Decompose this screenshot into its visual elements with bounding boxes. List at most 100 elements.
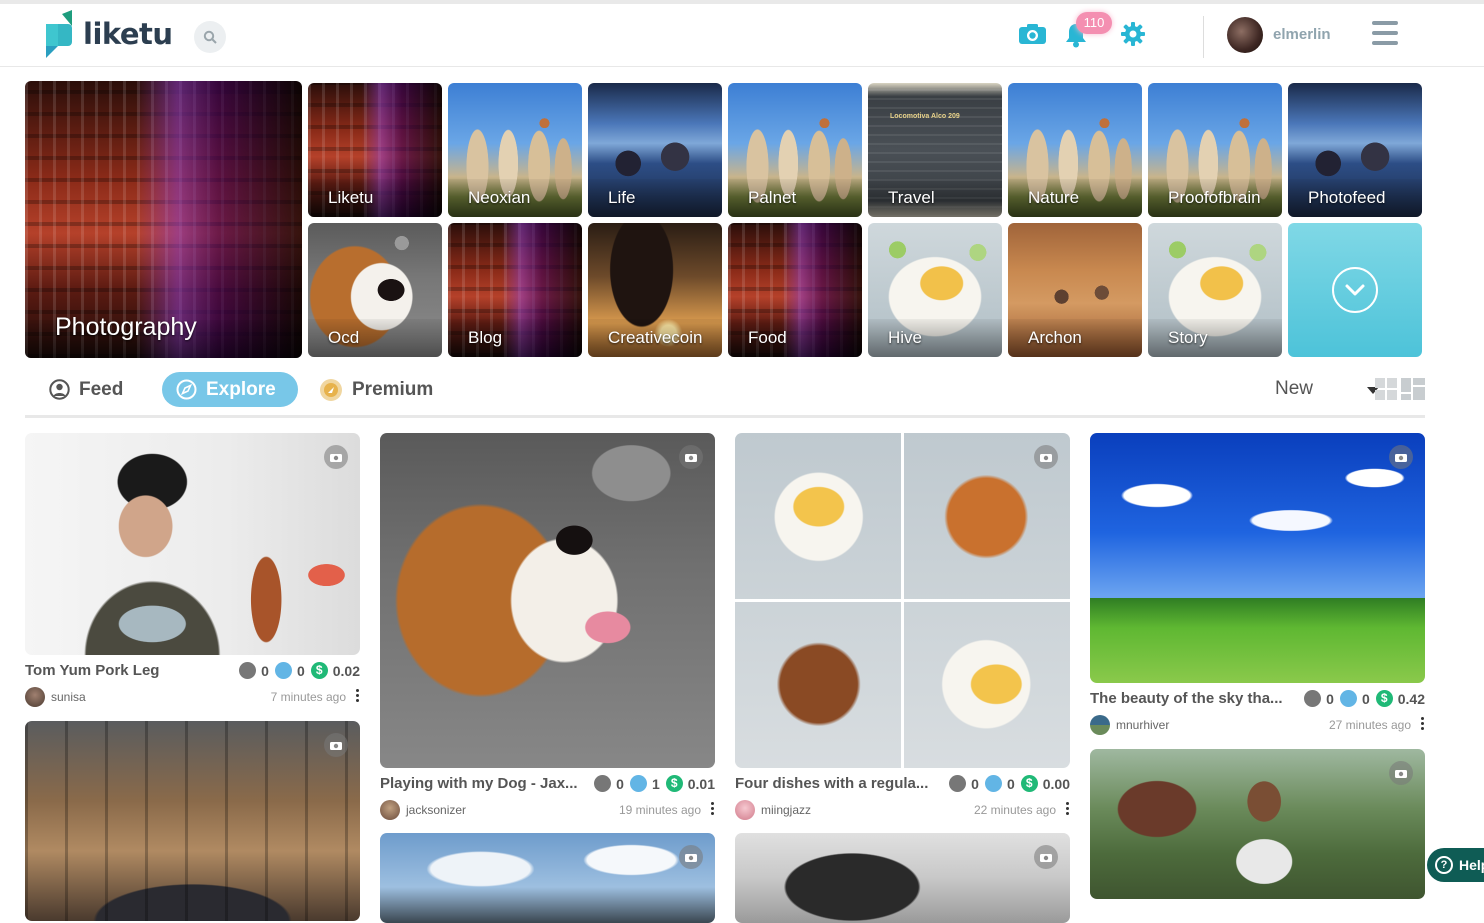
author-avatar [380, 800, 400, 820]
post-stats: 0 1 $0.01 [588, 775, 715, 792]
likes[interactable]: 0 [594, 775, 624, 792]
more-options-icon[interactable] [1419, 715, 1425, 733]
comments[interactable]: 0 [274, 662, 305, 679]
comment-icon [1339, 690, 1357, 707]
tag-label: Liketu [328, 188, 374, 207]
help-label: Help [1459, 857, 1484, 873]
view-toggle[interactable] [1375, 377, 1425, 401]
notification-badge: 110 [1076, 12, 1112, 34]
tag-archon[interactable]: Archon [1008, 223, 1142, 357]
tag-label: Food [748, 328, 787, 347]
payout[interactable]: $0.01 [665, 775, 715, 792]
user-avatar[interactable] [1227, 17, 1263, 53]
post-time: 7 minutes ago [270, 690, 346, 704]
payout[interactable]: $0.42 [1375, 690, 1425, 707]
tag-proofofbrain[interactable]: Proofofbrain [1148, 83, 1282, 217]
likes[interactable]: 0 [239, 662, 269, 679]
top-header: liketu 110 elmerlin [0, 4, 1484, 67]
tag-label: Palnet [748, 188, 797, 207]
tag-label: Photography [55, 313, 197, 341]
tab-explore[interactable]: Explore [162, 372, 298, 407]
post-thumbnail[interactable] [735, 433, 1070, 768]
post-card: Tom Yum Pork Leg 0 0 $0.02 sunisa 7 minu… [25, 433, 360, 709]
post-time: 27 minutes ago [1328, 718, 1411, 732]
photo-type-icon [1389, 445, 1413, 469]
heart-icon [594, 775, 612, 792]
payout[interactable]: $0.00 [1020, 775, 1070, 792]
likes[interactable]: 0 [1304, 690, 1334, 707]
comment-icon [984, 775, 1002, 792]
more-tags-button[interactable] [1288, 223, 1422, 357]
feed-tabs: Feed Explore Premium New [25, 366, 1425, 418]
post-title[interactable]: Four dishes with a regula... [735, 775, 940, 792]
tag-nature[interactable]: Nature [1008, 83, 1142, 217]
more-options-icon[interactable] [354, 687, 360, 705]
tag-neoxian[interactable]: Neoxian [448, 83, 582, 217]
likes[interactable]: 0 [949, 775, 979, 792]
post-author[interactable]: miingjazz [735, 800, 811, 820]
search-button[interactable] [194, 21, 226, 53]
post-card: Four dishes with a regula... 0 0 $0.00 m… [735, 433, 1070, 822]
menu-button[interactable] [1372, 21, 1398, 47]
post-title[interactable]: The beauty of the sky tha... [1090, 690, 1298, 707]
sort-dropdown[interactable]: New [1250, 378, 1380, 402]
post-thumbnail[interactable] [380, 433, 715, 768]
tag-label: Nature [1028, 188, 1080, 207]
tag-food[interactable]: Food [728, 223, 862, 357]
post-thumbnail[interactable] [25, 433, 360, 655]
comment-icon [629, 775, 647, 792]
tab-premium[interactable]: Premium [319, 372, 433, 407]
tag-palnet[interactable]: Palnet [728, 83, 862, 217]
payout[interactable]: $0.02 [310, 662, 360, 679]
tag-photography[interactable]: Photography [25, 81, 302, 358]
tag-blog[interactable]: Blog [448, 223, 582, 357]
comments[interactable]: 1 [629, 775, 660, 792]
more-options-icon[interactable] [1064, 800, 1070, 818]
post-title[interactable]: Playing with my Dog - Jax... [380, 775, 590, 792]
tab-explore-label: Explore [206, 378, 276, 400]
post-stats: 0 0 $0.42 [1298, 690, 1425, 707]
brand-logo[interactable]: liketu [42, 10, 173, 58]
tag-life[interactable]: Life [588, 83, 722, 217]
comments[interactable]: 0 [1339, 690, 1370, 707]
camera-button[interactable] [1018, 23, 1047, 49]
more-options-icon[interactable] [709, 800, 715, 818]
post-thumbnail[interactable] [25, 721, 360, 921]
tag-story[interactable]: Story [1148, 223, 1282, 357]
tab-feed-label: Feed [79, 378, 124, 400]
camera-icon [1019, 24, 1046, 44]
question-icon: ? [1435, 856, 1453, 874]
heart-icon [239, 662, 257, 679]
username-link[interactable]: elmerlin [1273, 26, 1331, 43]
tag-photofeed[interactable]: Photofeed [1288, 83, 1422, 217]
heart-icon [1304, 690, 1322, 707]
photo-type-icon [1034, 445, 1058, 469]
tab-feed[interactable]: Feed [49, 372, 123, 407]
author-avatar [25, 687, 45, 707]
post-author[interactable]: jacksonizer [380, 800, 466, 820]
tag-label: Neoxian [468, 188, 531, 207]
sign-text: Locomotiva Alco 209 [890, 113, 960, 120]
comment-icon [274, 662, 292, 679]
tag-ocd[interactable]: Ocd [308, 223, 442, 357]
post-thumbnail[interactable] [1090, 433, 1425, 683]
tag-travel[interactable]: Locomotiva Alco 209 Travel [868, 83, 1002, 217]
photo-type-icon [324, 733, 348, 757]
tag-creativecoin[interactable]: Creativecoin [588, 223, 722, 357]
tag-label: Hive [888, 328, 923, 347]
post-title[interactable]: Tom Yum Pork Leg [25, 662, 225, 679]
comments[interactable]: 0 [984, 775, 1015, 792]
tag-label: Photofeed [1308, 188, 1386, 207]
photo-type-icon [679, 445, 703, 469]
post-stats: 0 0 $0.00 [943, 775, 1070, 792]
tag-liketu[interactable]: Liketu [308, 83, 442, 217]
post-thumbnail[interactable] [1090, 749, 1425, 899]
sort-selected: New [1275, 378, 1314, 399]
tag-hive[interactable]: Hive [868, 223, 1002, 357]
help-button[interactable]: ? Help [1427, 848, 1484, 882]
post-author[interactable]: sunisa [25, 687, 86, 707]
tag-label: Proofofbrain [1168, 188, 1261, 207]
settings-button[interactable] [1121, 22, 1145, 50]
post-author[interactable]: mnurhiver [1090, 715, 1169, 735]
dollar-icon: $ [1375, 690, 1393, 707]
